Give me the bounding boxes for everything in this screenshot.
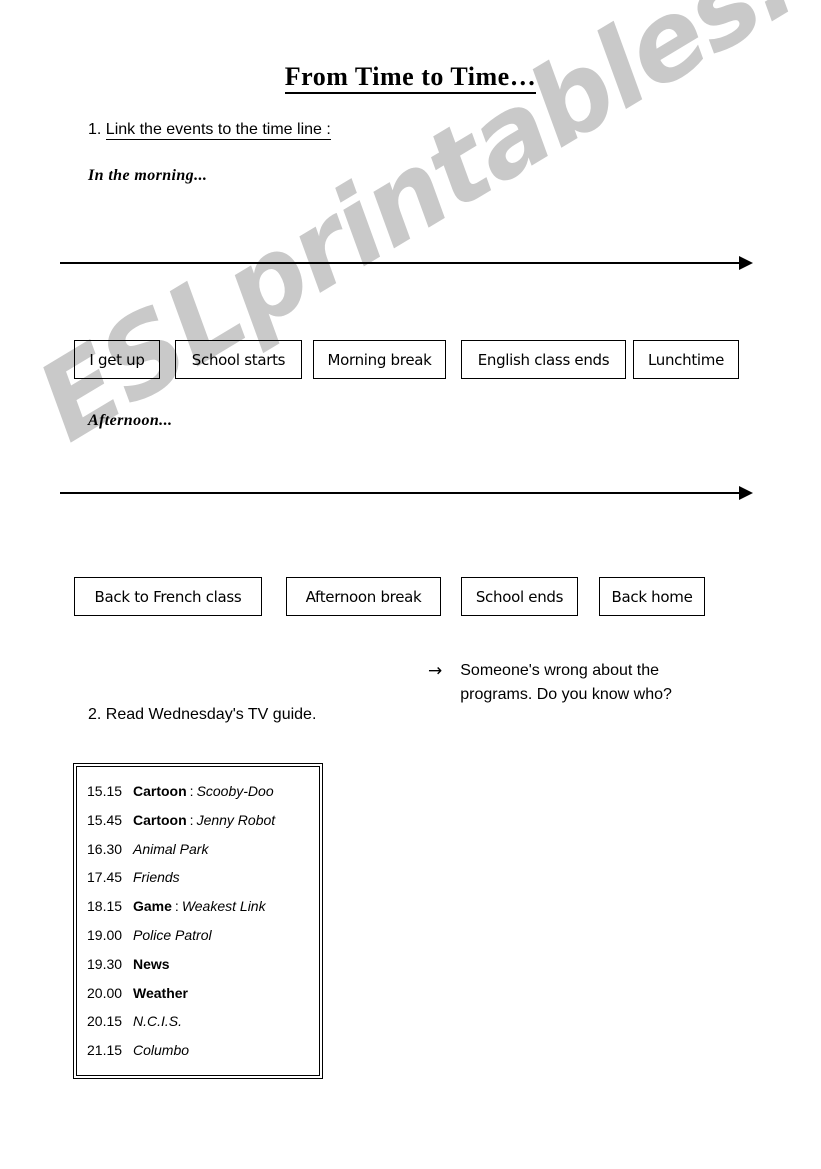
event-box[interactable]: English class ends	[461, 340, 626, 379]
timeline-afternoon	[60, 485, 753, 501]
timeline-morning	[60, 255, 753, 271]
note-line-2: programs. Do you know who?	[460, 686, 672, 703]
tv-guide-genre: Cartoon	[133, 783, 187, 799]
event-box-label: English class ends	[477, 350, 610, 369]
tv-guide-row: 15.45 Cartoon: Jenny Robot	[87, 806, 311, 835]
tv-guide-time: 19.30	[87, 955, 123, 972]
worksheet-page: ESLprintables.com From Time to Time… 1. …	[0, 0, 821, 1169]
right-arrow-icon	[739, 256, 753, 270]
tv-guide-time: 19.00	[87, 926, 123, 943]
tv-guide-row: 18.15 Game: Weakest Link	[87, 892, 311, 921]
tv-guide-time: 17.45	[87, 869, 123, 886]
tv-guide-genre: Weather	[133, 984, 188, 1001]
tv-guide-time: 15.15	[87, 783, 123, 799]
tv-guide-row: 19.00 Police Patrol	[87, 921, 311, 950]
tv-guide-row: 20.00 Weather	[87, 979, 311, 1008]
event-box[interactable]: School ends	[461, 577, 578, 616]
tv-guide-separator: :	[189, 811, 194, 828]
tv-guide-show-title: Police Patrol	[133, 926, 212, 943]
tv-guide-show-title: Animal Park	[133, 840, 209, 857]
right-arrow-icon	[739, 486, 753, 500]
tv-guide-time: 21.15	[87, 1042, 123, 1059]
question-1-number: 1.	[88, 121, 102, 138]
tv-guide-show-title: Columbo	[133, 1042, 190, 1059]
event-box[interactable]: Afternoon break	[286, 577, 441, 616]
page-title-text: From Time to Time…	[284, 62, 537, 94]
tv-guide-separator: :	[189, 783, 194, 799]
afternoon-label: Afternoon...	[88, 412, 173, 429]
tv-guide-genre: Game	[133, 898, 172, 915]
event-box-label: Afternoon break	[305, 587, 422, 606]
tv-guide-row: 15.15 Cartoon: Scooby-Doo	[87, 777, 311, 806]
question-1-text: Link the events to the time line :	[105, 121, 331, 140]
tv-guide-time: 20.15	[87, 1013, 123, 1030]
event-box[interactable]: Lunchtime	[633, 340, 739, 379]
tv-guide-show-title: N.C.I.S.	[133, 1013, 183, 1030]
tv-guide-show-title: Scooby-Doo	[196, 783, 274, 799]
note-callout: → Someone's wrong about the programs. Do…	[428, 659, 672, 707]
tv-guide-row: 20.15 N.C.I.S.	[87, 1007, 311, 1036]
event-box-label: School ends	[475, 587, 564, 606]
question-1: 1. Link the events to the time line :	[88, 121, 331, 140]
event-box[interactable]: I get up	[74, 340, 160, 379]
tv-guide-time: 15.45	[87, 811, 123, 828]
event-box[interactable]: Morning break	[313, 340, 446, 379]
tv-guide-separator: :	[174, 898, 179, 915]
page-title: From Time to Time…	[0, 62, 821, 94]
tv-guide-show-title: Weakest Link	[181, 898, 266, 915]
arrow-right-icon: →	[428, 661, 443, 681]
tv-guide-list: 15.15 Cartoon: Scooby-Doo 15.45 Cartoon: Jenn…	[76, 766, 320, 1076]
event-box-label: Lunchtime	[647, 350, 725, 369]
tv-guide-time: 20.00	[87, 984, 123, 1001]
timeline-afternoon-shaft	[60, 492, 743, 494]
tv-guide-genre: Cartoon	[133, 811, 187, 828]
morning-label: In the morning...	[88, 167, 208, 184]
tv-guide-genre: News	[133, 955, 170, 972]
tv-guide-time: 16.30	[87, 840, 123, 857]
event-box-label: Morning break	[327, 350, 432, 369]
tv-guide-time: 18.15	[87, 898, 123, 915]
event-box[interactable]: School starts	[175, 340, 302, 379]
tv-guide-box: 15.15 Cartoon: Scooby-Doo 15.45 Cartoon: Jenn…	[73, 763, 323, 1079]
event-box-label: Back home	[611, 587, 693, 606]
tv-guide-row: 19.30 News	[87, 950, 311, 979]
tv-guide-show-title: Jenny Robot	[196, 811, 276, 828]
note-line-1: Someone's wrong about the	[460, 662, 659, 679]
event-box-label: Back to French class	[94, 587, 242, 606]
event-box[interactable]: Back to French class	[74, 577, 262, 616]
tv-guide-row: 21.15 Columbo	[87, 1036, 311, 1065]
tv-guide-row: 17.45 Friends	[87, 863, 311, 892]
event-box-label: School starts	[191, 350, 286, 369]
event-box-label: I get up	[89, 350, 145, 369]
question-2: 2. Read Wednesday's TV guide.	[88, 706, 317, 723]
tv-guide-row: 16.30 Animal Park	[87, 835, 311, 864]
note-text: Someone's wrong about the programs. Do y…	[460, 659, 672, 707]
event-box[interactable]: Back home	[599, 577, 705, 616]
tv-guide-show-title: Friends	[133, 869, 180, 886]
timeline-morning-shaft	[60, 262, 743, 264]
